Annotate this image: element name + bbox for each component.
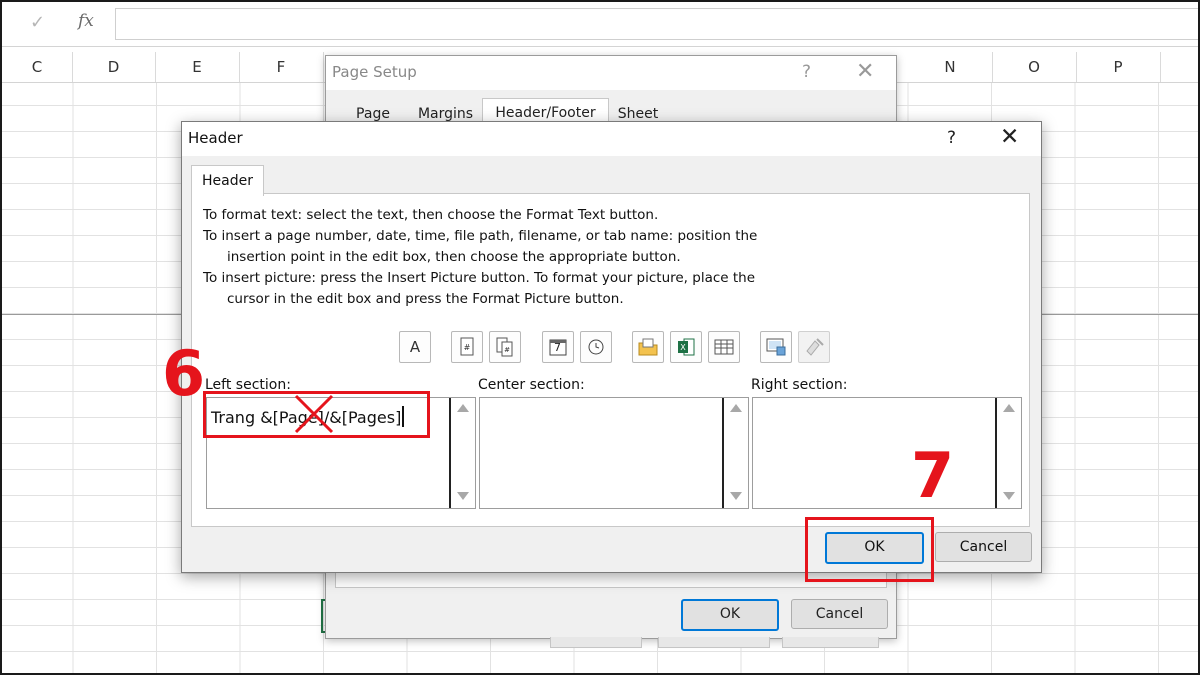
format-picture-icon [806,338,824,356]
insert-date-label: 7 [554,341,561,354]
column-header-p[interactable]: P [1076,52,1161,82]
column-header-n[interactable]: N [908,52,993,82]
page-setup-ok-button[interactable]: OK [681,599,779,631]
insert-file-name-button[interactable]: X [670,331,702,363]
insert-file-name-icon: X [678,338,695,356]
hidden-button [658,637,770,648]
column-header-o[interactable]: O [992,52,1077,82]
step-7-highlight-box [805,517,934,582]
center-section-label: Center section: [478,377,585,393]
left-section-scrollbar[interactable] [449,398,475,508]
instruction-line: To format text: select the text, then ch… [203,207,659,223]
format-text-icon: A [409,338,421,356]
right-section-scrollbar[interactable] [995,398,1021,508]
page-setup-title: Page Setup [332,63,417,81]
scroll-down-icon[interactable] [1003,492,1015,500]
scroll-up-icon[interactable] [730,404,742,412]
instruction-line: To insert picture: press the Insert Pict… [203,270,756,286]
insert-time-icon [588,339,604,355]
format-picture-button[interactable] [798,331,830,363]
insert-time-button[interactable] [580,331,612,363]
enter-check-icon[interactable]: ✓ [30,12,45,33]
column-header-partial[interactable] [1160,52,1198,82]
instruction-line: cursor in the edit box and press the For… [227,291,624,307]
right-section-label: Right section: [751,377,848,393]
hidden-button [550,637,642,648]
insert-page-number-button[interactable]: # [451,331,483,363]
header-cancel-button[interactable]: Cancel [935,532,1032,562]
page-setup-help-icon[interactable]: ? [802,62,811,82]
insert-file-path-button[interactable] [632,331,664,363]
svg-text:X: X [680,343,686,352]
column-header-f[interactable]: F [239,52,324,82]
insert-picture-button[interactable] [760,331,792,363]
svg-text:#: # [464,343,471,352]
center-section-scrollbar[interactable] [722,398,748,508]
step-7-number: 7 [911,439,955,512]
center-section-input[interactable] [479,397,749,509]
hidden-button [782,637,879,648]
header-toolbar: A # # 7 X [399,331,830,365]
insert-number-of-pages-button[interactable]: # [489,331,521,363]
insert-page-number-icon: # [460,337,474,356]
scroll-down-icon[interactable] [457,492,469,500]
column-header-d[interactable]: D [72,52,156,82]
format-text-button[interactable]: A [399,331,431,363]
scroll-up-icon[interactable] [1003,404,1015,412]
insert-number-of-pages-icon: # [496,337,513,357]
insert-function-icon[interactable]: fx [78,11,94,31]
page-setup-close-icon[interactable]: ✕ [856,59,874,84]
scroll-up-icon[interactable] [457,404,469,412]
instruction-line: To insert a page number, date, time, fil… [203,228,758,244]
strike-mark-icon [294,394,334,434]
svg-text:#: # [504,346,510,354]
tab-header[interactable]: Header [191,165,264,196]
column-header-c[interactable]: C [2,52,73,82]
insert-picture-icon [766,338,786,356]
page-setup-cancel-button[interactable]: Cancel [791,599,888,629]
column-header-e[interactable]: E [155,52,240,82]
step-6-number: 6 [162,337,206,410]
formula-input[interactable] [115,8,1198,40]
header-panel: To format text: select the text, then ch… [191,193,1030,527]
insert-file-path-icon [638,338,658,356]
header-titlebar: Header ? ✕ [182,122,1041,156]
page-setup-titlebar: Page Setup ? ✕ [326,56,896,90]
header-help-icon[interactable]: ? [947,128,956,148]
insert-sheet-name-button[interactable] [708,331,740,363]
scroll-down-icon[interactable] [730,492,742,500]
formula-bar: ✓ fx [2,2,1198,47]
instruction-line: insertion point in the edit box, then ch… [227,249,681,265]
insert-date-button[interactable]: 7 [542,331,574,363]
header-dialog-title: Header [188,129,243,147]
right-section-input[interactable] [752,397,1022,509]
insert-sheet-name-icon [714,339,734,355]
screen-frame: ✓ fx C D E F N O P Page Setup ? ✕ Page M… [0,0,1200,675]
header-close-icon[interactable]: ✕ [1000,124,1019,150]
